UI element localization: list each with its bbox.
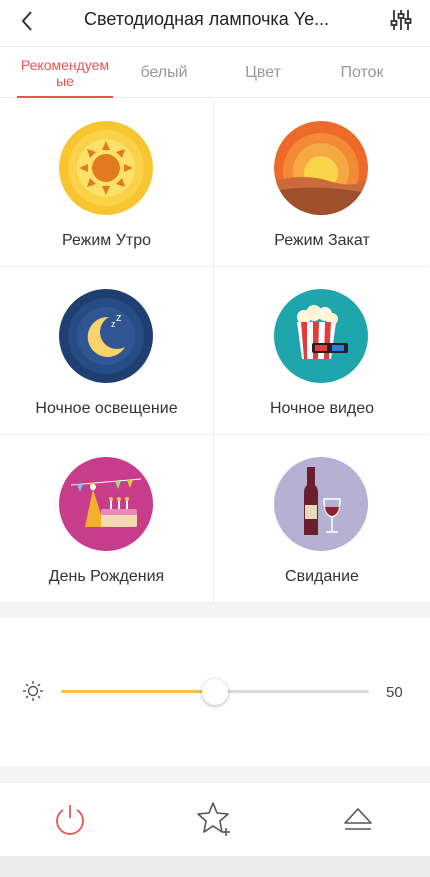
tab-bar: Рекомендуем ые белый Цвет Поток [0, 46, 430, 98]
tab-recommended[interactable]: Рекомендуем ые [14, 47, 116, 99]
birthday-party-icon [59, 457, 153, 551]
section-divider [0, 603, 430, 619]
settings-button[interactable] [386, 5, 416, 35]
moon-sleep-icon: z z [59, 289, 153, 383]
scene-night-video[interactable]: Ночное видео [215, 267, 429, 435]
brightness-slider[interactable] [61, 679, 369, 705]
brightness-control: 50 [0, 618, 430, 766]
scene-date[interactable]: Свидание [215, 435, 429, 603]
power-icon [56, 805, 84, 835]
scene-label: Режим Утро [61, 232, 152, 249]
bottom-action-bar [0, 782, 430, 856]
back-button[interactable] [12, 6, 42, 36]
scene-label: Режим Закат [274, 232, 370, 249]
tab-flow[interactable]: Поток [316, 47, 408, 99]
app-header: Светодиодная лампочка Ye... [0, 0, 430, 44]
scene-grid: Режим Утро Режим Закат z z Ночное освеще… [0, 99, 430, 603]
scene-sunset[interactable]: Режим Закат [215, 99, 429, 267]
tab-white[interactable]: белый [118, 47, 210, 99]
brightness-value: 50 [386, 684, 403, 701]
brightness-sun-icon [23, 681, 43, 701]
svg-text:z: z [116, 312, 122, 324]
power-button[interactable] [50, 799, 90, 839]
add-favorite-button[interactable] [195, 799, 235, 839]
scene-label: Ночное видео [269, 400, 375, 417]
wine-date-icon [274, 457, 368, 551]
scene-label: Ночное освещение [35, 400, 178, 417]
eject-icon [344, 808, 372, 830]
scene-morning[interactable]: Режим Утро [0, 99, 214, 267]
sliders-icon [390, 10, 412, 30]
popcorn-3d-glasses-icon [274, 289, 368, 383]
page-title: Светодиодная лампочка Ye... [84, 9, 330, 29]
scene-label: День Рождения [48, 568, 165, 585]
chevron-left-icon [21, 11, 32, 31]
sun-morning-icon [59, 121, 153, 215]
scene-night-light[interactable]: z z Ночное освещение [0, 267, 214, 435]
scene-label: Свидание [285, 568, 359, 585]
eject-button[interactable] [338, 799, 378, 839]
section-divider [0, 766, 430, 782]
slider-fill [61, 690, 215, 693]
scene-birthday[interactable]: День Рождения [0, 435, 214, 603]
system-nav-bar [0, 856, 430, 877]
slider-thumb[interactable] [202, 679, 228, 705]
sunset-icon [274, 121, 368, 215]
active-tab-indicator [17, 96, 113, 98]
star-add-icon [197, 802, 230, 836]
tab-color[interactable]: Цвет [218, 47, 308, 99]
